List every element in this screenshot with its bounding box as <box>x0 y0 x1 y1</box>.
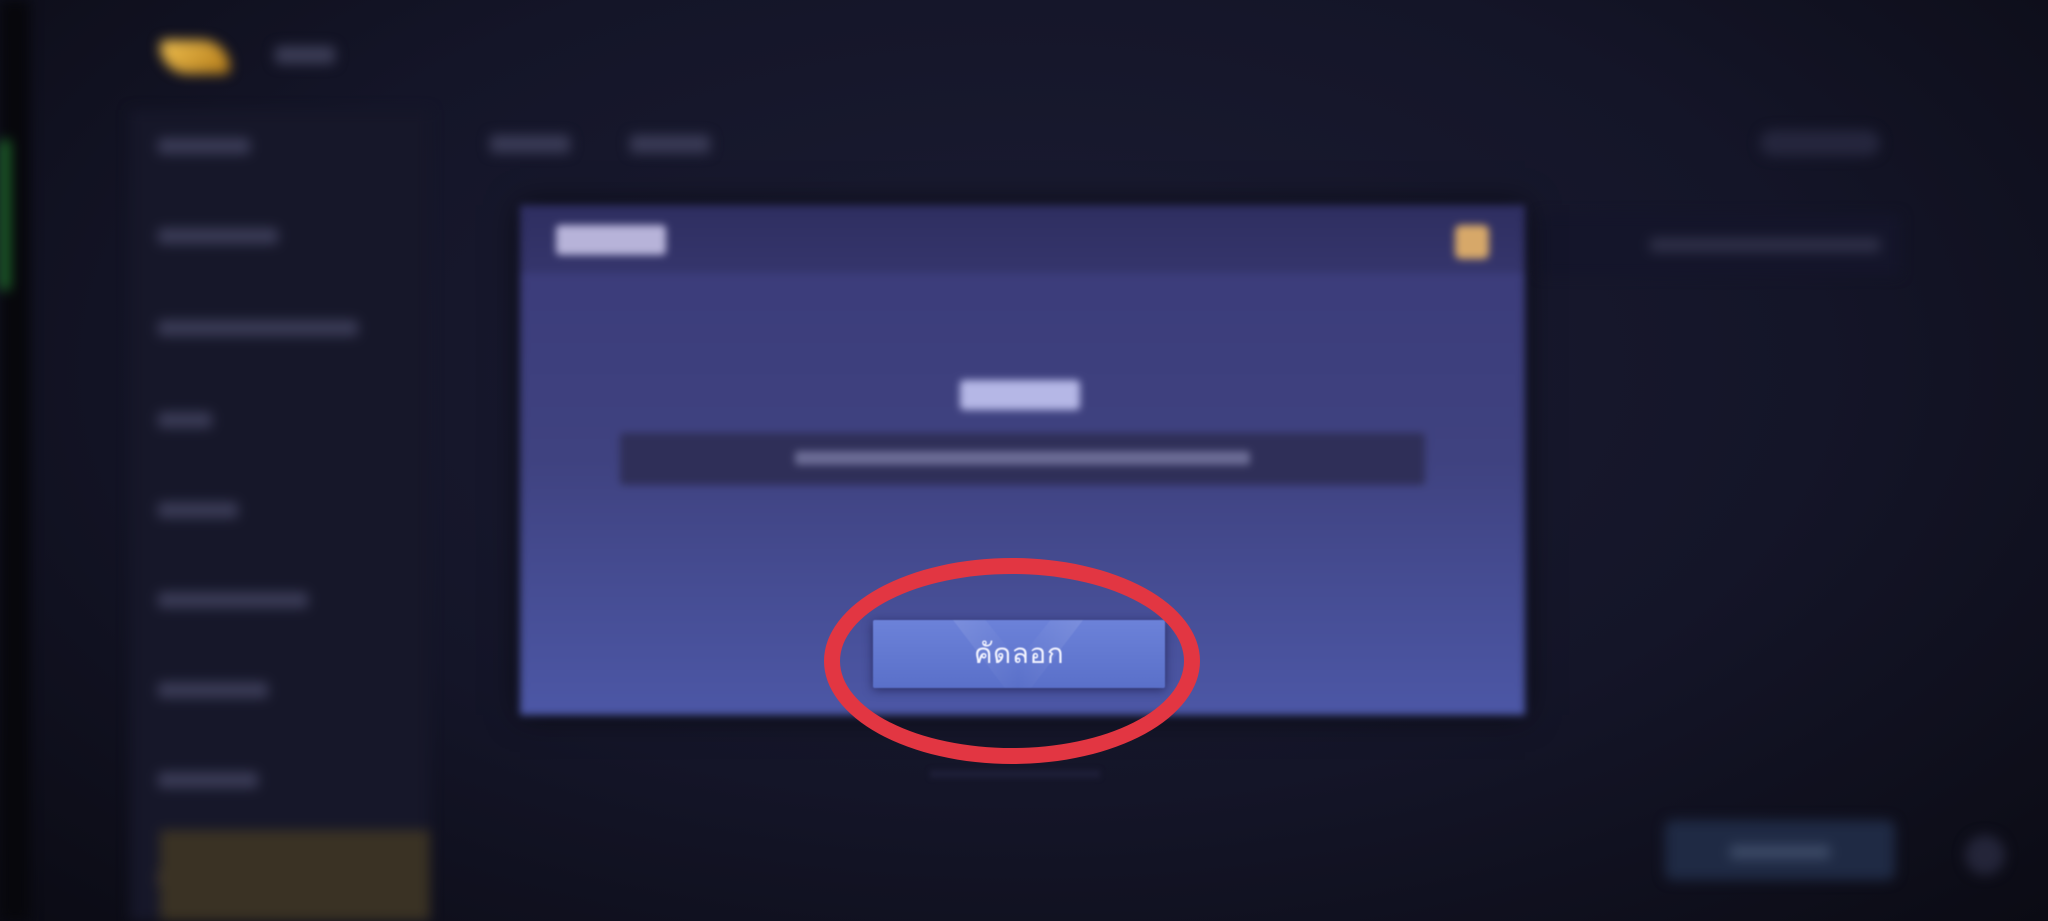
app-logo <box>160 40 230 74</box>
sidebar-item[interactable] <box>158 772 258 788</box>
left-edge <box>0 0 30 921</box>
dialog-subtitle <box>960 380 1080 410</box>
close-icon[interactable] <box>1455 225 1489 259</box>
sidebar-item[interactable] <box>158 228 278 244</box>
side-tab <box>0 140 10 290</box>
sidebar-highlight <box>160 830 430 921</box>
sidebar-item[interactable] <box>158 592 308 608</box>
sidebar-item[interactable] <box>158 682 268 698</box>
right-info-text <box>1650 238 1880 252</box>
button-shadow <box>930 770 1100 778</box>
dialog-header <box>520 205 1525 273</box>
sidebar <box>130 110 430 921</box>
sidebar-item[interactable] <box>158 138 250 154</box>
settings-icon[interactable] <box>1965 835 2005 875</box>
sidebar-item[interactable] <box>158 320 358 336</box>
app-name-placeholder <box>275 46 335 64</box>
dialog-title <box>556 225 666 255</box>
copy-text-value <box>795 451 1250 465</box>
sidebar-item[interactable] <box>158 502 238 518</box>
bottom-action-label <box>1730 845 1830 859</box>
sidebar-item[interactable] <box>158 412 212 428</box>
top-tab[interactable] <box>630 135 710 153</box>
screen: คัดลอก <box>0 0 2048 921</box>
top-tab[interactable] <box>490 135 570 153</box>
copy-button[interactable]: คัดลอก <box>873 620 1165 688</box>
top-right-control[interactable] <box>1760 130 1880 156</box>
copy-text-field[interactable] <box>620 433 1425 485</box>
copy-button-label: คัดลอก <box>973 637 1065 670</box>
